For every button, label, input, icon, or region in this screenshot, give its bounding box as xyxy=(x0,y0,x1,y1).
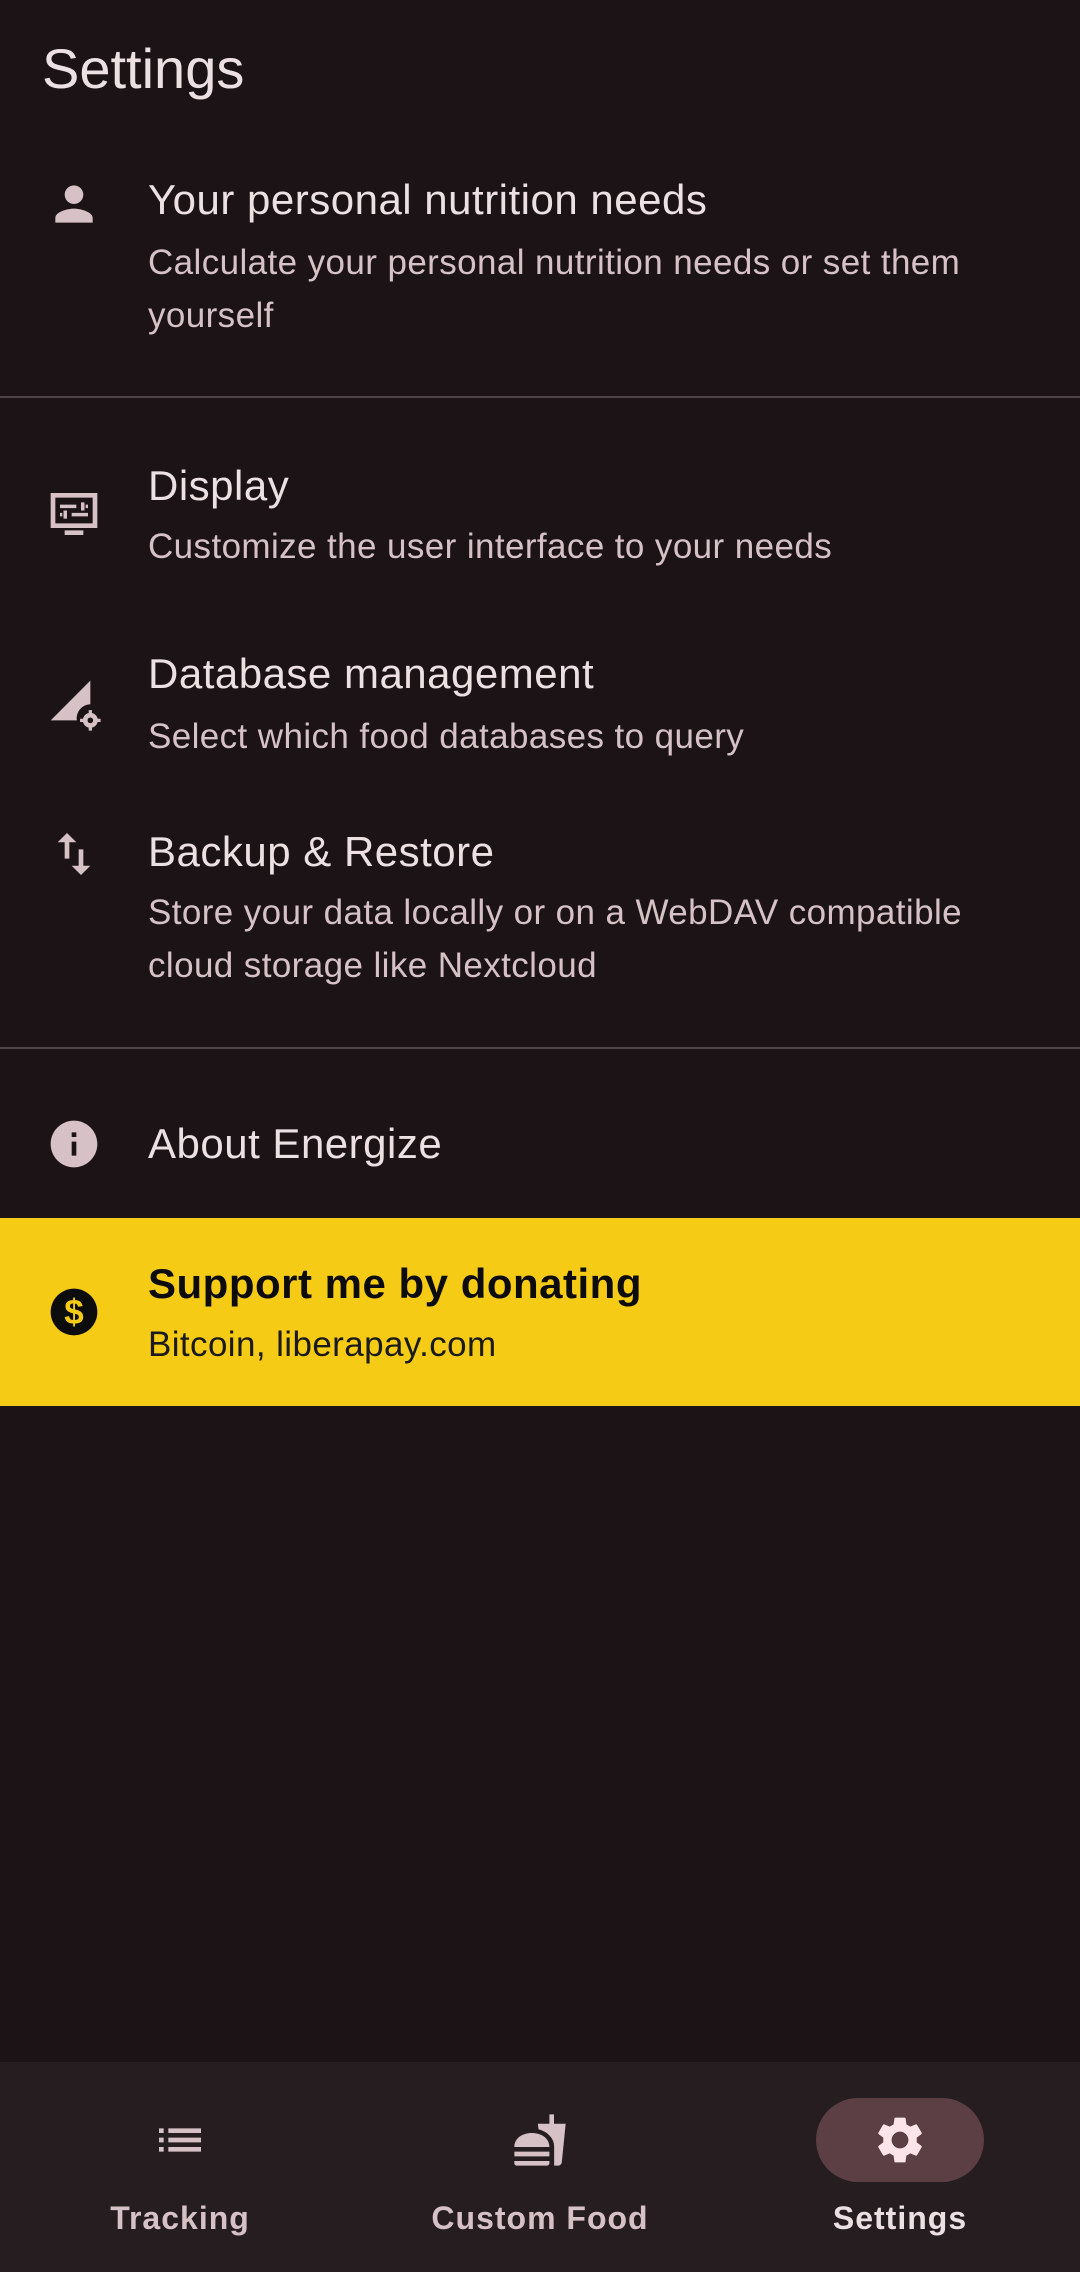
settings-item-display[interactable]: Display Customize the user interface to … xyxy=(0,440,1080,600)
nav-item-custom-food[interactable]: Custom Food xyxy=(360,2062,720,2272)
settings-item-subtitle: Customize the user interface to your nee… xyxy=(148,527,833,566)
settings-item-title: Your personal nutrition needs xyxy=(148,176,708,223)
swap-vert-icon xyxy=(42,822,106,886)
divider xyxy=(0,1047,1080,1049)
donate-title: Support me by donating xyxy=(148,1260,642,1307)
svg-text:$: $ xyxy=(64,1293,83,1332)
nav-label: Tracking xyxy=(110,2200,250,2236)
fastfood-icon xyxy=(456,2098,624,2182)
nav-label: Settings xyxy=(832,2200,968,2236)
gear-icon xyxy=(816,2098,984,2182)
dollar-circle-icon: $ xyxy=(42,1280,106,1344)
nav-item-tracking[interactable]: Tracking xyxy=(0,2062,360,2272)
settings-item-title: Backup & Restore xyxy=(148,828,495,875)
settings-item-backup[interactable]: Backup & Restore Store your data locally… xyxy=(0,810,1080,1010)
settings-item-subtitle: Select which food databases to query xyxy=(148,717,745,756)
settings-item-database[interactable]: Database management Select which food da… xyxy=(0,630,1080,790)
settings-item-title: Display xyxy=(148,462,290,509)
display-settings-icon xyxy=(42,482,106,546)
settings-item-subtitle: Store your data locally or on a WebDAV c… xyxy=(148,893,962,985)
list-icon xyxy=(96,2098,264,2182)
nav-label: Custom Food xyxy=(431,2200,649,2236)
settings-item-subtitle: Calculate your personal nutrition needs … xyxy=(148,243,961,335)
divider xyxy=(0,396,1080,398)
info-icon xyxy=(42,1112,106,1176)
settings-item-nutrition[interactable]: Your personal nutrition needs Calculate … xyxy=(0,150,1080,390)
settings-screen: Settings Your personal nutrition needs C… xyxy=(0,0,1080,2272)
settings-item-title: Database management xyxy=(148,650,595,697)
signal-cellular-settings-icon xyxy=(42,672,106,736)
nav-item-settings[interactable]: Settings xyxy=(720,2062,1080,2272)
bottom-navigation: Tracking Custom Food Settings xyxy=(0,2062,1080,2272)
donate-subtitle: Bitcoin, liberapay.com xyxy=(148,1325,497,1364)
settings-item-about[interactable]: About Energize xyxy=(0,1070,1080,1218)
settings-item-title: About Energize xyxy=(148,1120,443,1167)
page-title: Settings xyxy=(42,37,245,100)
donate-banner[interactable]: $ Support me by donating Bitcoin, libera… xyxy=(0,1218,1080,1406)
person-icon xyxy=(42,172,106,236)
